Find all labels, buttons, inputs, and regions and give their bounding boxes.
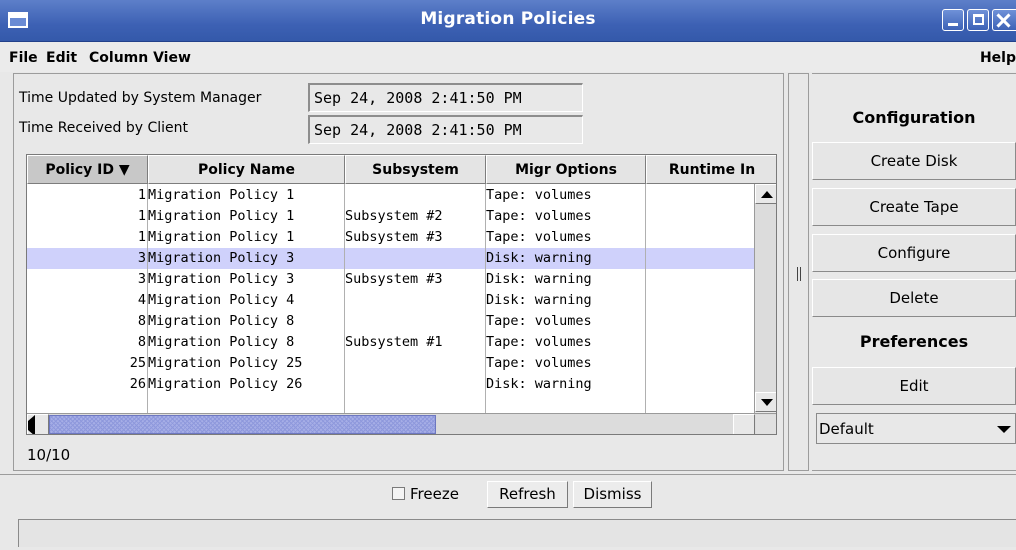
column-divider bbox=[147, 184, 148, 413]
arrow-up-icon bbox=[761, 191, 773, 198]
scroll-up-button[interactable] bbox=[755, 184, 776, 204]
cell-policy-id: 3 bbox=[137, 271, 146, 287]
cell-migr-options: Tape: volumes bbox=[486, 355, 592, 371]
cell-subsystem: Subsystem #3 bbox=[345, 271, 443, 287]
cell-subsystem: Subsystem #3 bbox=[345, 229, 443, 245]
column-header-migr-options[interactable]: Migr Options bbox=[486, 155, 646, 184]
vertical-scroll-track[interactable] bbox=[755, 204, 776, 392]
cell-migr-options: Disk: warning bbox=[486, 292, 592, 308]
preferences-select[interactable]: Default bbox=[816, 413, 1016, 444]
menu-bar: File Edit Column View Help bbox=[0, 42, 1016, 72]
column-header-runtime[interactable]: Runtime In bbox=[646, 155, 776, 184]
cell-migr-options: Tape: volumes bbox=[486, 187, 592, 203]
cell-policy-name: Migration Policy 1 bbox=[148, 229, 295, 245]
minimize-icon[interactable] bbox=[942, 9, 964, 31]
scroll-down-button[interactable] bbox=[755, 392, 776, 412]
cell-policy-id: 8 bbox=[137, 334, 146, 350]
arrow-left-icon bbox=[28, 415, 35, 434]
cell-subsystem: Subsystem #1 bbox=[345, 334, 443, 350]
table-header: Policy ID ▼ Policy Name Subsystem Migr O… bbox=[27, 155, 776, 184]
cell-policy-id: 1 bbox=[137, 187, 146, 203]
cell-policy-id: 8 bbox=[137, 313, 146, 329]
cell-policy-id: 26 bbox=[129, 376, 146, 392]
menu-edit[interactable]: Edit bbox=[46, 50, 77, 66]
horizontal-scroll-thumb[interactable] bbox=[49, 415, 436, 434]
migration-policies-window: Migration Policies File Edit Column View… bbox=[0, 0, 1016, 550]
arrow-down-icon bbox=[761, 399, 773, 406]
freeze-checkbox[interactable]: Freeze bbox=[392, 485, 459, 503]
cell-migr-options: Disk: warning bbox=[486, 271, 592, 287]
maximize-icon[interactable] bbox=[967, 9, 989, 31]
cell-policy-name: Migration Policy 25 bbox=[148, 355, 303, 371]
policies-panel: Time Updated by System Manager Sep 24, 2… bbox=[13, 73, 784, 471]
preferences-heading: Preferences bbox=[859, 332, 969, 351]
cell-migr-options: Disk: warning bbox=[486, 250, 592, 266]
menu-column-view[interactable]: Column View bbox=[89, 50, 191, 66]
cell-policy-id: 4 bbox=[137, 292, 146, 308]
time-updated-field: Sep 24, 2008 2:41:50 PM bbox=[308, 83, 583, 112]
delete-button[interactable]: Delete bbox=[812, 279, 1016, 317]
create-tape-button[interactable]: Create Tape bbox=[812, 188, 1016, 226]
footer-divider bbox=[0, 474, 1016, 475]
cell-migr-options: Tape: volumes bbox=[486, 313, 592, 329]
cell-policy-name: Migration Policy 1 bbox=[148, 187, 295, 203]
refresh-button[interactable]: Refresh bbox=[487, 481, 568, 508]
cell-policy-id: 25 bbox=[129, 355, 146, 371]
window-title: Migration Policies bbox=[420, 9, 596, 29]
time-received-label: Time Received by Client bbox=[19, 120, 189, 136]
cell-migr-options: Tape: volumes bbox=[486, 229, 592, 245]
menu-file[interactable]: File bbox=[9, 50, 38, 66]
status-bar bbox=[18, 519, 1016, 547]
configure-button[interactable]: Configure bbox=[812, 234, 1016, 272]
cell-policy-id: 1 bbox=[137, 229, 146, 245]
dismiss-button[interactable]: Dismiss bbox=[573, 481, 652, 508]
policies-table: Policy ID ▼ Policy Name Subsystem Migr O… bbox=[26, 154, 777, 435]
column-divider bbox=[645, 184, 646, 413]
edit-preferences-button[interactable]: Edit bbox=[812, 367, 1016, 405]
cell-policy-name: Migration Policy 3 bbox=[148, 250, 295, 266]
cell-migr-options: Disk: warning bbox=[486, 376, 592, 392]
cell-policy-name: Migration Policy 3 bbox=[148, 271, 295, 287]
vertical-scrollbar[interactable] bbox=[754, 184, 776, 413]
row-count: 10/10 bbox=[27, 446, 71, 464]
scroll-right-button[interactable] bbox=[733, 414, 755, 434]
chevron-down-icon bbox=[997, 426, 1011, 433]
column-header-subsystem[interactable]: Subsystem bbox=[345, 155, 486, 184]
column-header-policy-name[interactable]: Policy Name bbox=[148, 155, 345, 184]
time-updated-label: Time Updated by System Manager bbox=[19, 90, 262, 106]
close-icon[interactable] bbox=[992, 9, 1016, 31]
horizontal-scrollbar[interactable] bbox=[27, 413, 776, 434]
preferences-select-value: Default bbox=[819, 420, 874, 438]
cell-subsystem: Subsystem #2 bbox=[345, 208, 443, 224]
cell-migr-options: Tape: volumes bbox=[486, 334, 592, 350]
splitter-grip-icon bbox=[800, 267, 801, 281]
cell-migr-options: Tape: volumes bbox=[486, 208, 592, 224]
cell-policy-name: Migration Policy 26 bbox=[148, 376, 303, 392]
cell-policy-id: 3 bbox=[137, 250, 146, 266]
column-header-policy-id[interactable]: Policy ID ▼ bbox=[27, 155, 148, 184]
column-divider bbox=[485, 184, 486, 413]
panel-splitter[interactable] bbox=[788, 73, 809, 471]
title-bar[interactable]: Migration Policies bbox=[0, 0, 1016, 42]
configuration-heading: Configuration bbox=[852, 108, 976, 127]
cell-policy-name: Migration Policy 1 bbox=[148, 208, 295, 224]
freeze-label: Freeze bbox=[410, 485, 459, 503]
cell-policy-name: Migration Policy 4 bbox=[148, 292, 295, 308]
column-divider bbox=[344, 184, 345, 413]
create-disk-button[interactable]: Create Disk bbox=[812, 142, 1016, 180]
cell-policy-id: 1 bbox=[137, 208, 146, 224]
scroll-left-button[interactable] bbox=[27, 414, 49, 434]
checkbox-icon[interactable] bbox=[392, 487, 405, 500]
scrollbar-corner bbox=[756, 415, 776, 434]
menu-help[interactable]: Help bbox=[980, 50, 1016, 66]
cell-policy-name: Migration Policy 8 bbox=[148, 334, 295, 350]
time-received-field: Sep 24, 2008 2:41:50 PM bbox=[308, 115, 583, 144]
actions-panel: Configuration Create Disk Create Tape Co… bbox=[812, 73, 1016, 471]
cell-policy-name: Migration Policy 8 bbox=[148, 313, 295, 329]
splitter-grip-icon bbox=[797, 267, 798, 281]
